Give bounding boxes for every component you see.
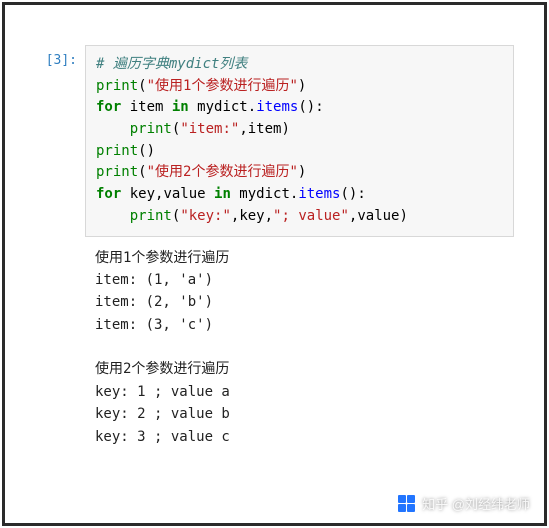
code-token: print [96,143,138,159]
code-token [96,208,130,224]
code-token: print [96,78,138,94]
code-token: ) [298,78,306,94]
code-token: mydict [189,99,248,115]
zhihu-icon [398,495,416,513]
code-token: "key:" [180,208,231,224]
outer-frame: [3]: # 遍历字典mydict列表 print("使用1个参数进行遍历") … [2,2,547,526]
code-token: . [248,99,256,115]
notebook-container: [3]: # 遍历字典mydict列表 print("使用1个参数进行遍历") … [5,5,544,478]
code-token: key,value [121,186,214,202]
code-token: items [256,99,298,115]
code-token: for [96,99,121,115]
code-token: item [121,99,172,115]
code-token [96,121,130,137]
code-token: ) [298,164,306,180]
code-input-area: # 遍历字典mydict列表 print("使用1个参数进行遍历") for i… [85,45,514,237]
watermark-text: 知乎 @刘经纬老师 [422,494,530,513]
code-token: (): [340,186,365,202]
watermark: 知乎 @刘经纬老师 [398,494,530,513]
code-token: "使用1个参数进行遍历" [147,78,298,94]
code-cell: [3]: # 遍历字典mydict列表 print("使用1个参数进行遍历") … [25,45,514,237]
code-token: (): [298,99,323,115]
code-token: "使用2个参数进行遍历" [147,164,298,180]
code-token: ( [138,78,146,94]
code-token: # 遍历字典mydict列表 [96,56,247,72]
code-token: ,item) [239,121,290,137]
code-token: ,key, [231,208,273,224]
code-token: print [96,164,138,180]
code-token: in [172,99,189,115]
code-token: "; value" [273,208,349,224]
code-token: for [96,186,121,202]
code-token: ,value) [349,208,408,224]
code-token: () [138,143,155,159]
code-token: print [130,208,172,224]
code-token: items [298,186,340,202]
cell-output: 使用1个参数进行遍历 item: (1, 'a') item: (2, 'b')… [85,237,514,449]
code-token: mydict [231,186,290,202]
code-token: "item:" [180,121,239,137]
code-token: ( [138,164,146,180]
code-token: print [130,121,172,137]
input-prompt: [3]: [25,45,85,68]
code-token: in [214,186,231,202]
